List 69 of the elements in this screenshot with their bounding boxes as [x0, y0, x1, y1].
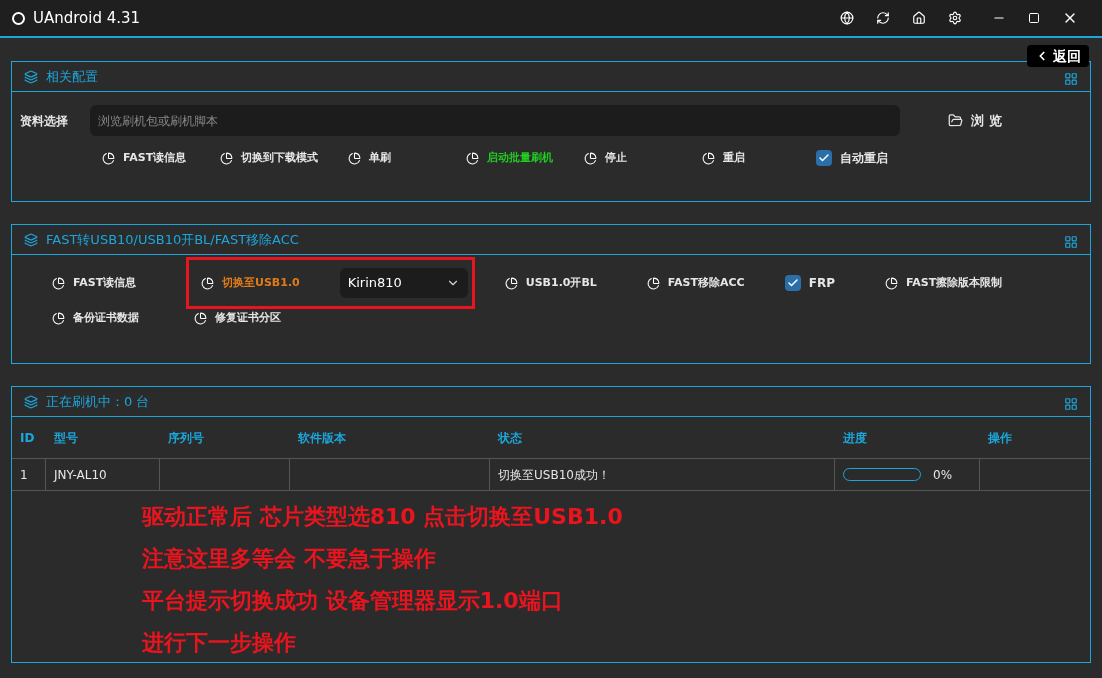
refresh-icon[interactable] — [876, 11, 890, 25]
action-button[interactable]: 重启 — [694, 143, 798, 173]
checkbox[interactable] — [816, 150, 832, 166]
chip-type-dropdown[interactable]: Kirin810 — [339, 268, 468, 298]
pie-chart-icon — [466, 151, 479, 165]
progress-reading: 0% — [933, 466, 953, 484]
settings-icon[interactable] — [948, 11, 962, 25]
pie-chart-icon — [702, 151, 715, 165]
grid-icon[interactable] — [1064, 396, 1078, 411]
check-icon — [818, 152, 830, 164]
action-button[interactable]: FAST移除ACC — [638, 268, 759, 298]
action-button[interactable]: FAST读信息 — [44, 268, 164, 298]
back-button[interactable]: 返回 — [1027, 45, 1089, 67]
pie-chart-icon — [884, 276, 898, 290]
panel-title: 相关配置 — [46, 67, 98, 86]
checkbox[interactable] — [784, 275, 801, 291]
globe-icon[interactable] — [840, 11, 854, 25]
folder-icon — [948, 113, 963, 128]
action-button[interactable]: FAST擦除版本限制 — [876, 268, 1011, 298]
column-header: ID — [19, 429, 36, 447]
column-header: 操作 — [987, 429, 1013, 447]
pie-chart-icon — [504, 276, 518, 290]
action-button[interactable]: FAST读信息 — [94, 143, 198, 173]
action-button[interactable]: 备份证书数据 — [44, 303, 164, 333]
home-icon[interactable] — [912, 11, 926, 25]
grid-icon[interactable] — [1064, 71, 1078, 86]
grid-icon[interactable] — [1064, 234, 1078, 249]
pie-chart-icon — [348, 151, 361, 165]
checkbox-label: 自动重启 — [840, 150, 888, 167]
action-button[interactable]: 切换至USB1.0 — [193, 268, 308, 298]
panel-title: 正在刷机中：0 台 — [46, 392, 150, 411]
action-button[interactable]: 单刷 — [340, 143, 444, 173]
pie-chart-icon — [52, 276, 65, 290]
action-button[interactable]: USB1.0开BL — [496, 268, 617, 298]
app-logo-icon — [12, 11, 25, 25]
action-button[interactable]: 修复证书分区 — [186, 303, 306, 333]
pie-chart-icon — [646, 276, 660, 290]
pie-chart-icon — [201, 276, 214, 290]
column-header: 型号 — [53, 429, 79, 447]
table-cell: 1 — [12, 459, 46, 490]
check-icon — [786, 277, 799, 289]
window-title: UAndroid 4.31 — [33, 7, 141, 29]
layers-icon — [24, 232, 38, 247]
action-button[interactable]: 停止 — [576, 143, 680, 173]
file-path-field[interactable]: 浏览刷机包或刷机脚本 — [90, 105, 900, 136]
column-header: 状态 — [496, 429, 523, 447]
table-cell: JNY-AL10 — [46, 459, 160, 490]
browse-button[interactable]: 浏 览 — [940, 105, 1010, 136]
panel-title: FAST转USB10/USB10开BL/FAST移除ACC — [46, 230, 299, 249]
annotation-text: 驱动正常后 芯片类型选810 点击切换至USB1.0 — [142, 503, 624, 531]
field-label: 资料选择 — [20, 112, 69, 130]
pie-chart-icon — [52, 311, 65, 325]
annotation-text: 平台提示切换成功 设备管理器显示1.0端口 — [142, 587, 564, 615]
column-header: 软件版本 — [297, 429, 347, 447]
pie-chart-icon — [102, 151, 115, 165]
maximize-icon[interactable] — [1028, 12, 1040, 24]
table-cell: 切换至USB10成功！ — [490, 459, 835, 490]
column-header: 进度 — [842, 429, 868, 447]
annotation-text: 进行下一步操作 — [142, 629, 297, 657]
column-header: 序列号 — [167, 429, 205, 447]
action-button[interactable]: 切换到下载模式 — [212, 143, 326, 173]
pie-chart-icon — [194, 311, 207, 325]
annotation-text: 注意这里多等会 不要急于操作 — [142, 545, 437, 573]
pie-chart-icon — [220, 151, 233, 165]
layers-icon — [24, 69, 38, 84]
layers-icon — [24, 394, 38, 409]
pie-chart-icon — [584, 151, 597, 165]
checkbox-label: FRP — [808, 275, 835, 292]
action-button[interactable]: 启动批量刷机 — [458, 143, 562, 173]
